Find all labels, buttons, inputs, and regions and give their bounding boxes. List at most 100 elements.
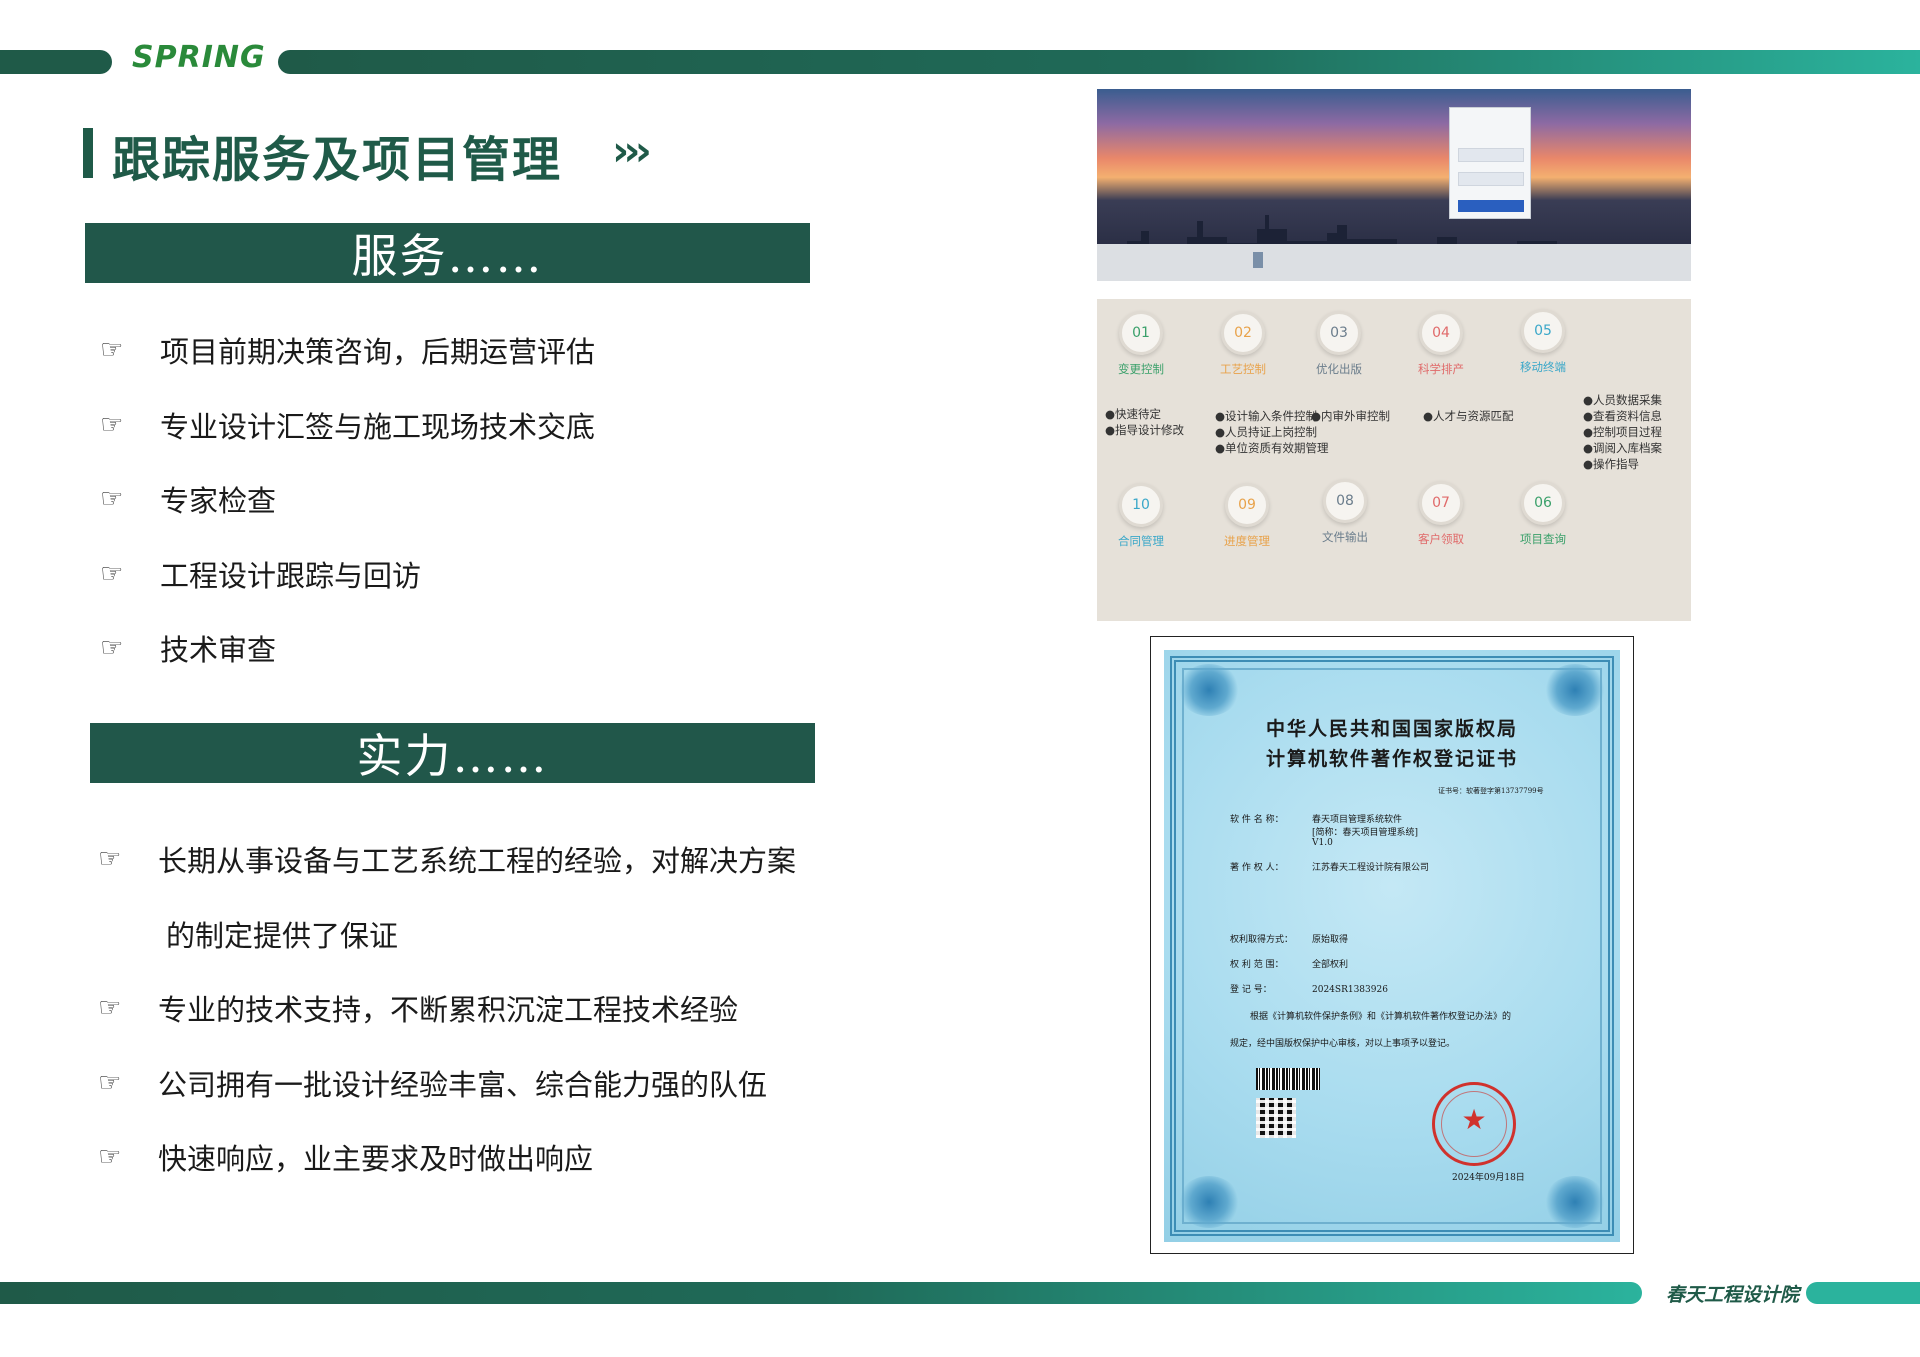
title-arrows-icon: ››› — [612, 126, 652, 175]
module-01[interactable]: 01 变更控制 — [1097, 311, 1185, 377]
service-item: ☞ 技术审查 — [100, 611, 595, 686]
module-number-icon: 07 — [1419, 481, 1463, 525]
service-item-text: 专业设计汇签与施工现场技术交底 — [160, 409, 596, 444]
module-03[interactable]: 03 优化出版 — [1295, 311, 1383, 377]
module-name: 科学排产 — [1418, 362, 1464, 376]
pointing-hand-icon: ☞ — [98, 1067, 122, 1098]
module-description: ●内审外审控制 — [1311, 409, 1391, 423]
service-item-text: 工程设计跟踪与回访 — [160, 558, 422, 593]
certificate-body-1: 根据《计算机软件保护条例》和《计算机软件著作权登记办法》的 — [1250, 1012, 1512, 1022]
strength-item-text: 公司拥有一批设计经验丰富、综合能力强的队伍 — [158, 1067, 768, 1102]
certificate-title-1: 中华人民共和国国家版权局 — [1265, 718, 1518, 740]
service-banner: 服务…… — [85, 223, 810, 283]
module-name: 移动终端 — [1520, 360, 1566, 374]
login-footer — [1097, 244, 1691, 281]
company-logo-icon — [1253, 252, 1263, 268]
header-bar-left — [0, 50, 112, 74]
header-bar-right — [278, 50, 1920, 74]
module-number-icon: 03 — [1317, 311, 1361, 355]
software-name-row: 软 件 名 称： 春天项目管理系统软件 — [1230, 815, 1403, 825]
official-seal-icon: ★ — [1432, 1082, 1516, 1166]
module-02[interactable]: 02 工艺控制 — [1199, 311, 1287, 377]
module-name: 优化出版 — [1316, 362, 1362, 376]
module-08[interactable]: 08 文件输出 — [1301, 479, 1389, 545]
qr-code-icon — [1256, 1098, 1296, 1138]
barcode-icon — [1256, 1068, 1320, 1090]
copyright-strip — [1097, 281, 1691, 299]
service-item-text: 项目前期决策咨询，后期运营评估 — [160, 335, 596, 370]
module-number-icon: 02 — [1221, 311, 1265, 355]
module-description: ●操作指导 — [1583, 457, 1640, 471]
strength-item: ☞ 公司拥有一批设计经验丰富、综合能力强的队伍 — [98, 1046, 796, 1121]
pointing-hand-icon: ☞ — [98, 993, 122, 1024]
title-accent-bar — [83, 128, 93, 178]
module-09[interactable]: 09 进度管理 — [1203, 483, 1291, 549]
module-description: ●人员数据采集 — [1583, 393, 1663, 407]
module-description: ●控制项目过程 — [1583, 425, 1663, 439]
software-short-name: [简称：春天项目管理系统] — [1312, 828, 1419, 838]
module-description: ●调阅入库档案 — [1583, 441, 1663, 455]
service-item: ☞ 项目前期决策咨询，后期运营评估 — [100, 313, 595, 388]
pointing-hand-icon: ☞ — [98, 844, 122, 875]
login-button[interactable] — [1458, 200, 1524, 212]
module-description: ●人才与资源匹配 — [1423, 409, 1514, 423]
service-item: ☞ 工程设计跟踪与回访 — [100, 537, 595, 612]
module-description: ●单位资质有效期管理 — [1215, 441, 1329, 455]
module-04[interactable]: 04 科学排产 — [1397, 311, 1485, 377]
module-number-icon: 01 — [1119, 311, 1163, 355]
module-name: 合同管理 — [1118, 534, 1164, 548]
service-list: ☞ 项目前期决策咨询，后期运营评估 ☞ 专业设计汇签与施工现场技术交底 ☞ 专家检查 … — [100, 313, 595, 686]
module-name: 客户领取 — [1418, 532, 1464, 546]
module-number-icon: 05 — [1521, 309, 1565, 353]
pointing-hand-icon: ☞ — [98, 1142, 122, 1173]
service-item: ☞ 专家检查 — [100, 462, 595, 537]
module-description: ●人员持证上岗控制 — [1215, 425, 1318, 439]
module-number-icon: 04 — [1419, 311, 1463, 355]
password-field[interactable] — [1458, 172, 1524, 186]
module-05[interactable]: 05 移动终端 — [1499, 309, 1587, 375]
module-number-icon: 10 — [1119, 483, 1163, 527]
module-10[interactable]: 10 合同管理 — [1097, 483, 1185, 549]
certificate-frame: 中华人民共和国国家版权局 计算机软件著作权登记证书 证书号：软著登字第13737… — [1150, 636, 1634, 1254]
module-07[interactable]: 07 客户领取 — [1397, 481, 1485, 547]
pointing-hand-icon: ☞ — [100, 484, 124, 515]
strength-item-text: 的制定提供了保证 — [166, 918, 399, 953]
module-description: ●查看资料信息 — [1583, 409, 1663, 423]
module-name: 文件输出 — [1322, 530, 1368, 544]
corner-ornament-icon — [1544, 1176, 1606, 1228]
footer-bar-left — [0, 1282, 1642, 1304]
pointing-hand-icon: ☞ — [100, 633, 124, 664]
spring-logo: SPRING — [132, 40, 266, 75]
username-field[interactable] — [1458, 148, 1524, 162]
service-item: ☞ 专业设计汇签与施工现场技术交底 — [100, 388, 595, 463]
pointing-hand-icon: ☞ — [100, 335, 124, 366]
service-item-text: 技术审查 — [160, 633, 277, 668]
module-description: ●快速待定 — [1105, 407, 1162, 421]
registration-row: 登 记 号： 2024SR1383926 — [1230, 985, 1388, 995]
corner-ornament-icon — [1178, 664, 1240, 716]
module-name: 项目查询 — [1520, 532, 1566, 546]
pointing-hand-icon: ☞ — [100, 409, 124, 440]
module-number-icon: 06 — [1521, 481, 1565, 525]
pointing-hand-icon: ☞ — [100, 558, 124, 589]
strength-item: ☞ 专业的技术支持，不断累积沉淀工程技术经验 — [98, 971, 796, 1046]
acquisition-row: 权利取得方式： 原始取得 — [1230, 935, 1349, 945]
certificate-date: 2024年09月18日 — [1452, 1173, 1525, 1183]
module-name: 变更控制 — [1118, 362, 1164, 376]
corner-ornament-icon — [1544, 664, 1606, 716]
module-description: ●指导设计修改 — [1105, 423, 1185, 437]
footer-bar-right — [1806, 1282, 1920, 1304]
scope-row: 权 利 范 围： 全部权利 — [1230, 960, 1349, 970]
copyright-certificate: 中华人民共和国国家版权局 计算机软件著作权登记证书 证书号：软著登字第13737… — [1164, 650, 1620, 1242]
strength-banner: 实力…… — [90, 723, 815, 783]
system-screenshot: 01 变更控制 02 工艺控制 03 优化出版 04 科学排产 05 移动终端 10 合同管理 09 进度… — [1097, 89, 1691, 621]
software-version: V1.0 — [1312, 838, 1333, 848]
module-06[interactable]: 06 项目查询 — [1499, 481, 1587, 547]
module-name: 进度管理 — [1224, 534, 1270, 548]
footer-brand: 春天工程设计院 — [1666, 1284, 1800, 1306]
strength-item: ☞ 快速响应，业主要求及时做出响应 — [98, 1120, 796, 1195]
strength-list: ☞ 长期从事设备与工艺系统工程的经验，对解决方案 的制定提供了保证 ☞ 专业的技术支… — [98, 822, 796, 1195]
page-title: 跟踪服务及项目管理 — [112, 132, 563, 188]
certificate-body-2: 规定，经中国版权保护中心审核，对以上事项予以登记。 — [1230, 1039, 1456, 1049]
strength-item-continued: 的制定提供了保证 — [98, 897, 796, 972]
